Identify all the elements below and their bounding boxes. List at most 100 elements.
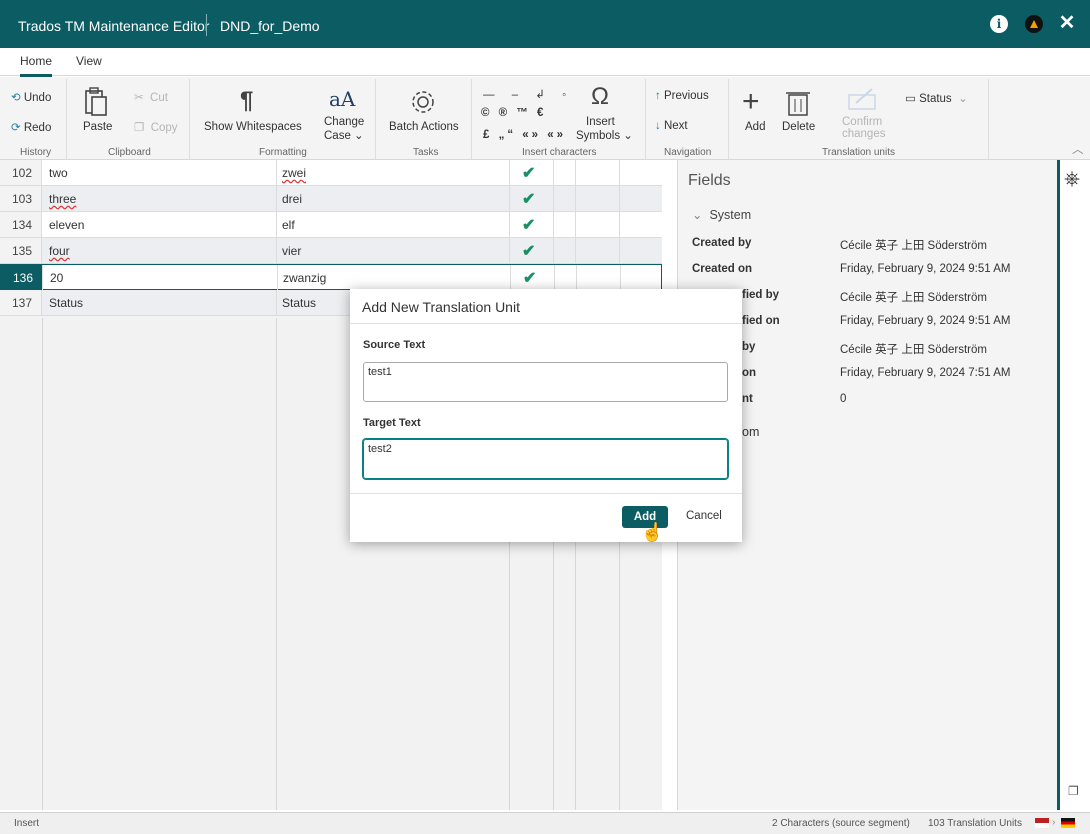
- table-row[interactable]: 102 two zwei ✔: [0, 160, 662, 186]
- target-cell[interactable]: zwei: [282, 166, 306, 180]
- column-divider: [276, 318, 277, 810]
- target-cell[interactable]: vier: [282, 244, 301, 258]
- copy-button[interactable]: ❐ Copy: [134, 120, 178, 134]
- target-text-input[interactable]: test2: [363, 439, 728, 479]
- divider: [645, 79, 646, 159]
- source-text-label: Source Text: [363, 339, 426, 351]
- pilcrow-icon: ¶: [240, 87, 254, 114]
- redo-button[interactable]: ⟳ Redo: [11, 120, 51, 134]
- target-cell[interactable]: zwanzig: [283, 271, 326, 285]
- cancel-button[interactable]: Cancel: [686, 510, 722, 522]
- source-cell[interactable]: Status: [49, 296, 83, 310]
- copy-label: Copy: [150, 122, 178, 134]
- confirmed-check-icon: ✔: [522, 191, 536, 208]
- source-cell[interactable]: two: [49, 166, 68, 180]
- side-panel-strip: ⎈ ❐: [1057, 160, 1090, 810]
- system-section-toggle[interactable]: ⌄ System: [692, 207, 751, 222]
- source-cell[interactable]: 20: [50, 271, 63, 285]
- row-number: 103: [0, 186, 42, 211]
- source-cell[interactable]: eleven: [49, 218, 84, 232]
- divider: [988, 79, 989, 159]
- ribbon: ⟲ Undo ⟳ Redo History Paste ✂ Cut ❐ Copy…: [0, 77, 1090, 160]
- trados-logo-icon: [1025, 15, 1043, 33]
- paste-button[interactable]: Paste: [83, 121, 112, 133]
- tab-view[interactable]: View: [76, 54, 102, 68]
- redo-label: Redo: [23, 122, 52, 134]
- arrow-up-icon: ↑: [655, 90, 661, 102]
- target-cell[interactable]: drei: [282, 192, 302, 206]
- tasks-group-label: Tasks: [413, 147, 439, 158]
- us-flag-icon: [1035, 818, 1049, 828]
- field-label: on: [742, 367, 757, 379]
- collapse-ribbon-icon[interactable]: ︿: [1072, 141, 1084, 157]
- clipboard-group-label: Clipboard: [108, 147, 151, 158]
- confirm-changes-button[interactable]: Confirm: [842, 116, 882, 128]
- target-cell[interactable]: Status: [282, 296, 316, 310]
- previous-button[interactable]: ↑ Previous: [655, 90, 709, 102]
- ribbon-tabs: Home View: [0, 48, 1090, 77]
- table-row-selected[interactable]: 136 20 zwanzig ✔: [0, 264, 662, 290]
- chevron-down-icon: ⌄: [958, 93, 968, 105]
- char-count: 2 Characters (source segment): [772, 818, 910, 829]
- undo-button[interactable]: ⟲ Undo: [11, 90, 51, 104]
- unit-count: 103 Translation Units: [928, 818, 1022, 829]
- field-label: fied by: [742, 289, 780, 301]
- quote-characters[interactable]: £ „“ «» «»: [483, 129, 566, 141]
- restore-icon[interactable]: ❐: [1068, 784, 1079, 798]
- info-icon[interactable]: i: [990, 15, 1008, 33]
- divider: [189, 79, 190, 159]
- insert-symbols-button[interactable]: Insert: [586, 116, 615, 128]
- navigation-group-label: Navigation: [664, 147, 712, 158]
- status-icon: ▭: [905, 93, 916, 105]
- source-cell[interactable]: three: [49, 192, 76, 206]
- wheel-icon[interactable]: ⎈: [1064, 168, 1080, 191]
- omega-icon: Ω: [591, 83, 609, 110]
- divider: [350, 323, 742, 324]
- field-value: Friday, February 9, 2024 9:51 AM: [840, 263, 1011, 275]
- table-row[interactable]: 135 four vier ✔: [0, 238, 662, 264]
- copy-icon: ❐: [134, 122, 145, 134]
- title-bar: Trados TM Maintenance Editor DND_for_Dem…: [0, 0, 1090, 48]
- dash-characters[interactable]: — – ↲ ◦: [483, 87, 573, 101]
- table-row[interactable]: 134 eleven elf ✔: [0, 212, 662, 238]
- previous-label: Previous: [663, 90, 709, 102]
- arrow-right-icon: ›: [1052, 817, 1056, 828]
- show-whitespaces-button[interactable]: Show Whitespaces: [204, 121, 302, 133]
- confirmed-check-icon: ✔: [522, 243, 536, 260]
- close-icon[interactable]: ✕: [1058, 12, 1076, 34]
- field-label: Created on: [692, 263, 753, 275]
- change-case-label-1: Change: [324, 116, 365, 128]
- tab-home[interactable]: Home: [20, 54, 53, 77]
- table-row[interactable]: 103 three drei ✔: [0, 186, 662, 212]
- divider: [471, 79, 472, 159]
- confirmed-check-icon: ✔: [523, 270, 537, 287]
- edit-mode-indicator: Insert: [14, 818, 40, 829]
- target-text-label: Target Text: [363, 417, 421, 429]
- gear-icon: [410, 89, 436, 122]
- add-button[interactable]: Add: [745, 121, 765, 133]
- symbol-characters[interactable]: © ® ™ €: [481, 107, 546, 119]
- source-cell[interactable]: four: [49, 244, 70, 258]
- status-dropdown[interactable]: ▭ Status ⌄: [905, 91, 968, 105]
- translation-units-group-label: Translation units: [822, 147, 895, 158]
- batch-actions-button[interactable]: Batch Actions: [389, 121, 459, 133]
- divider: [350, 493, 742, 494]
- row-number: 137: [0, 290, 42, 315]
- change-case-button[interactable]: Change: [324, 116, 364, 128]
- add-translation-unit-dialog: Add New Translation Unit Source Text tes…: [350, 289, 742, 542]
- insert-symbols-label-2: Symbols ⌄: [576, 130, 633, 142]
- field-label: fied on: [742, 315, 780, 327]
- source-text-input[interactable]: test1: [363, 362, 728, 402]
- field-label: nt: [742, 393, 753, 405]
- field-value: 0: [840, 393, 847, 405]
- confirmed-check-icon: ✔: [522, 217, 536, 234]
- app-name: Trados TM Maintenance Editor: [18, 18, 210, 34]
- fields-title: Fields: [688, 172, 731, 189]
- formatting-group-label: Formatting: [259, 147, 307, 158]
- delete-button[interactable]: Delete: [782, 121, 815, 133]
- document-name: DND_for_Demo: [220, 18, 320, 34]
- target-cell[interactable]: elf: [282, 218, 295, 232]
- cut-button[interactable]: ✂ Cut: [134, 90, 168, 104]
- undo-label: Undo: [23, 92, 52, 104]
- next-button[interactable]: ↓ Next: [655, 120, 688, 132]
